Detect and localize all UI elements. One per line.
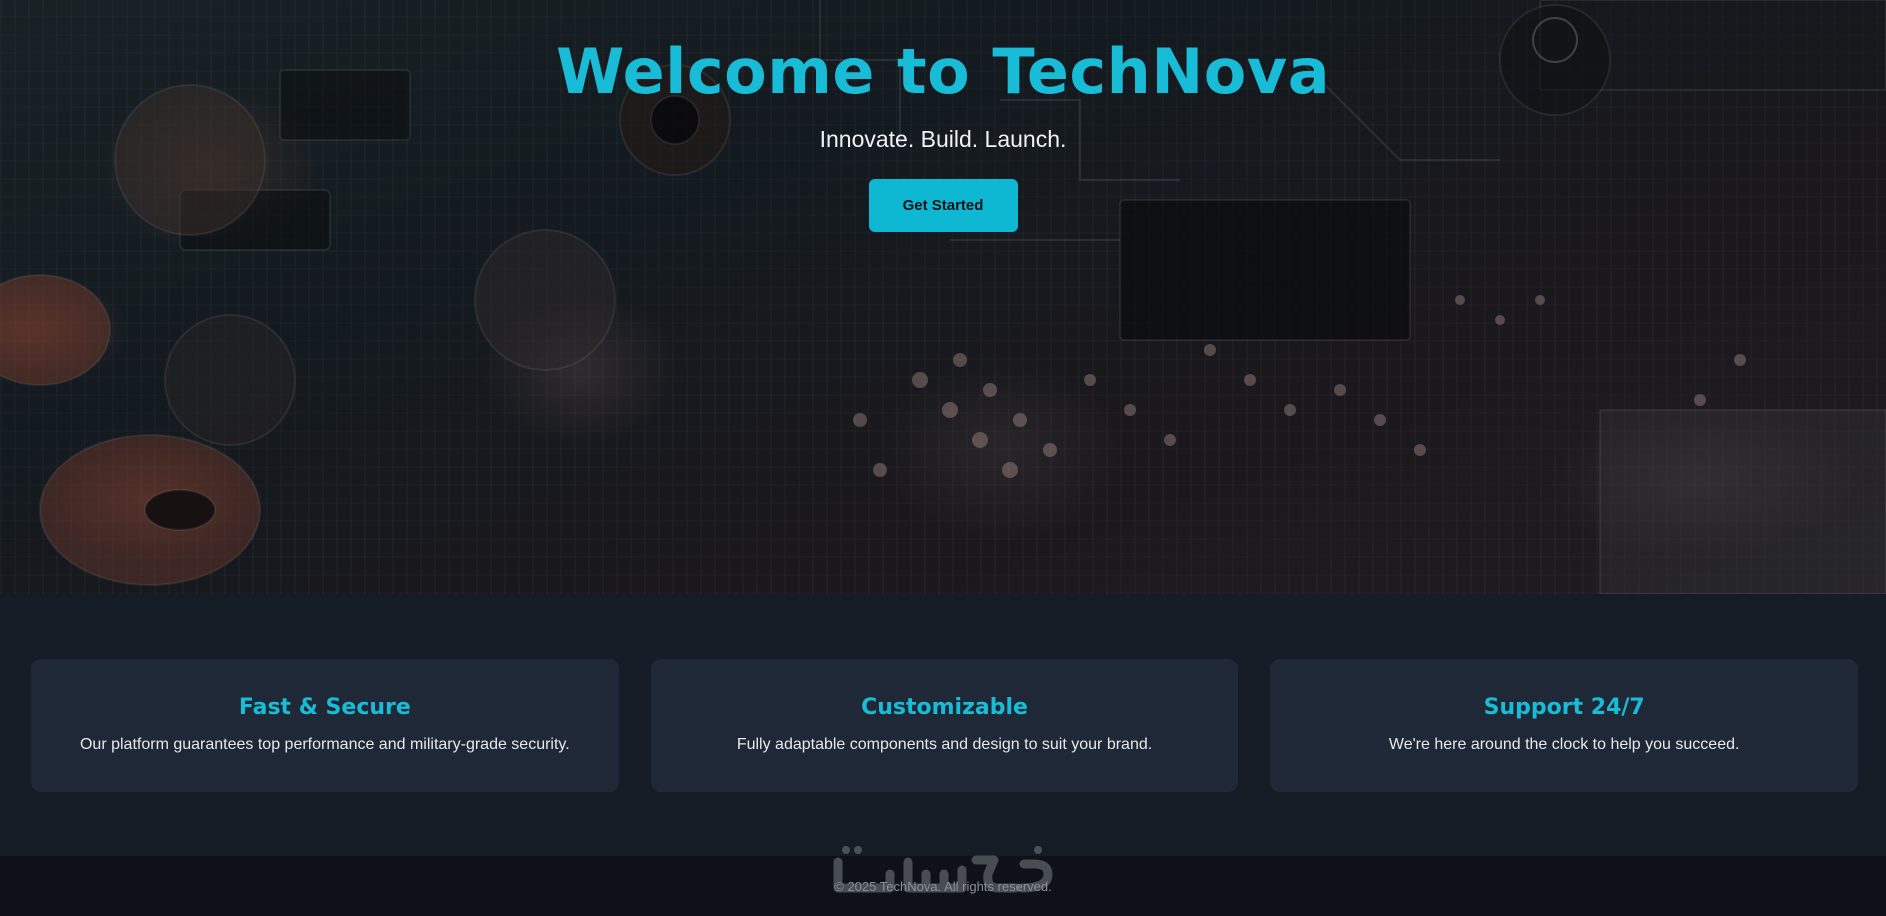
hero-subtitle: Innovate. Build. Launch. [819, 126, 1067, 152]
site-footer: © 2025 TechNova. All rights reserved. [0, 846, 1886, 916]
feature-description: Fully adaptable components and design to… [736, 736, 1153, 753]
feature-title: Fast & Secure [238, 695, 411, 720]
feature-card-support: Support 24/7 We're here around the clock… [1270, 659, 1859, 792]
footer-copyright: © 2025 TechNova. All rights reserved. [834, 878, 1052, 894]
hero-section: Welcome to TechNova Innovate. Build. Lau… [0, 0, 1886, 594]
feature-description: Our platform guarantees top performance … [79, 736, 570, 753]
feature-description: We're here around the clock to help you … [1388, 736, 1740, 753]
feature-title: Support 24/7 [1483, 695, 1645, 720]
features-section: Fast & Secure Our platform guarantees to… [0, 594, 1886, 856]
khamsat-logo-icon [833, 846, 1053, 893]
feature-card-customizable: Customizable Fully adaptable components … [650, 659, 1239, 792]
get-started-button[interactable]: Get Started [868, 179, 1018, 232]
feature-card-fast-secure: Fast & Secure Our platform guarantees to… [31, 659, 619, 792]
feature-title: Customizable [861, 695, 1028, 720]
hero-title: Welcome to TechNova [555, 35, 1331, 108]
hero-content: Welcome to TechNova Innovate. Build. Lau… [0, 0, 1886, 232]
